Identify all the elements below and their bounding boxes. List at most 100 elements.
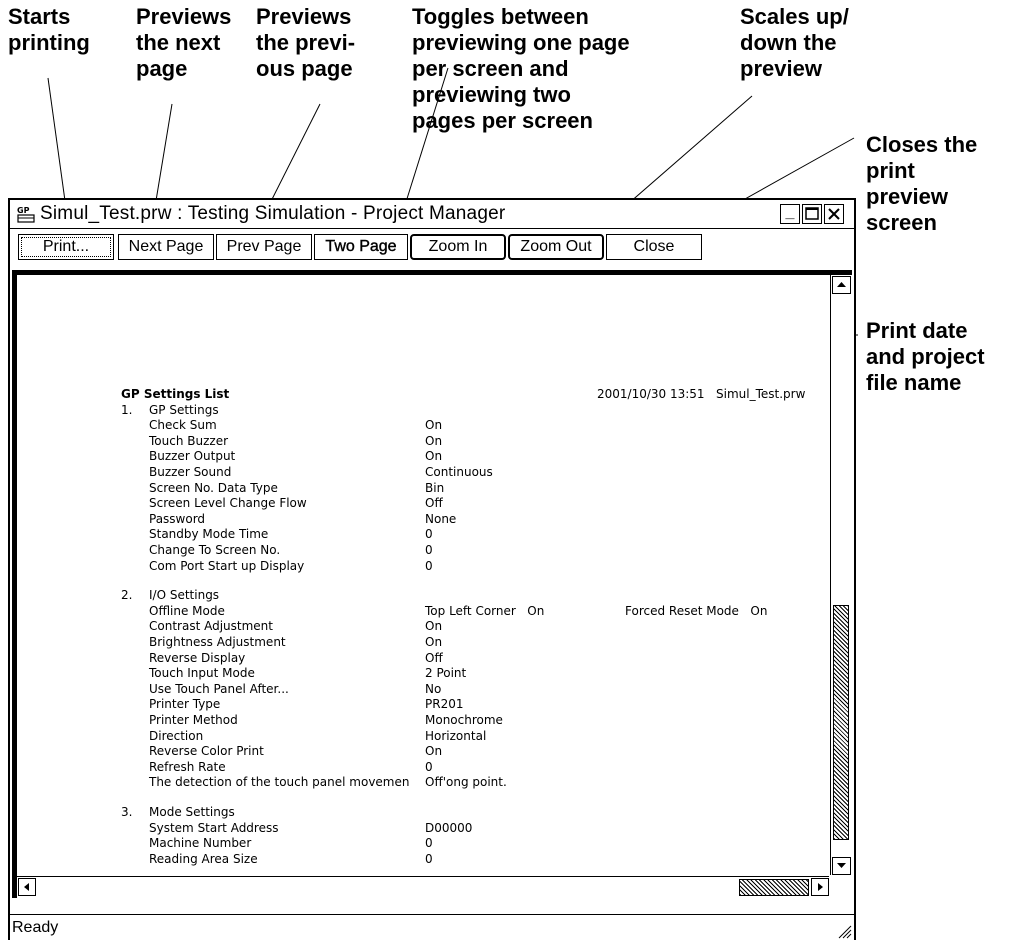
arrow-up-icon <box>837 282 846 287</box>
setting-value: Top Left Corner On <box>425 603 545 618</box>
window-title: Simul_Test.prw : Testing Simulation - Pr… <box>40 203 506 224</box>
zoom-out-button[interactable]: Zoom Out <box>508 234 604 260</box>
close-icon <box>828 208 840 220</box>
setting-value: 0 <box>425 836 433 851</box>
preview-page: GP Settings List 2001/10/30 13:51 Simul_… <box>17 275 827 875</box>
callout-next-line: the next <box>136 30 221 55</box>
print-date-filename: 2001/10/30 13:51 Simul_Test.prw <box>597 387 805 403</box>
setting-label: Touch Buzzer <box>149 433 229 448</box>
setting-value: No <box>425 681 442 696</box>
callout-prev-line: ous page <box>256 56 353 81</box>
print-button[interactable]: Print... <box>18 234 114 260</box>
arrow-right-icon <box>818 883 823 891</box>
callout-close-line: preview <box>866 184 948 209</box>
two-page-button[interactable]: Two Page <box>314 234 408 260</box>
setting-label: Change To Screen No. <box>149 543 281 557</box>
setting-label: Machine Number <box>149 836 252 851</box>
callout-close-line: print <box>866 158 915 183</box>
setting-value: PR201 <box>425 697 464 712</box>
setting-label: Direction <box>149 728 204 743</box>
setting-extra-value: Forced Reset Mode On <box>625 603 768 618</box>
callout-zoom: Scales up/ down the preview <box>740 4 849 82</box>
callout-next-line: Previews <box>136 4 232 29</box>
next-page-button[interactable]: Next Page <box>118 234 214 260</box>
section-title: GP Settings <box>149 402 219 417</box>
callout-printdate-line: file name <box>866 370 962 395</box>
section-number: 2. <box>121 588 133 603</box>
scroll-left-button[interactable] <box>18 878 36 896</box>
setting-value: Horizontal <box>425 728 487 743</box>
section-title: I/O Settings <box>149 588 220 603</box>
setting-value: On <box>425 744 443 759</box>
callout-zoom-line: down the <box>740 30 837 55</box>
callout-prev-page: Previews the previ- ous page <box>256 4 355 82</box>
setting-label: Screen No. Data Type <box>149 480 278 495</box>
callout-print: Starts printing <box>8 4 90 56</box>
section-title: Mode Settings <box>149 805 235 820</box>
setting-value: 0 <box>425 851 433 866</box>
minimize-button[interactable]: _ <box>780 204 800 224</box>
callout-print-line: Starts <box>8 4 71 29</box>
horizontal-scrollbar[interactable] <box>17 876 829 898</box>
setting-value: 0 <box>425 543 433 557</box>
close-window-button[interactable] <box>824 204 844 224</box>
setting-label: Com Port Start up Display <box>149 558 305 573</box>
scroll-right-button[interactable] <box>811 878 829 896</box>
scroll-down-button[interactable] <box>832 857 851 875</box>
scrollbar-corner <box>830 876 852 898</box>
callout-two-line: per screen and <box>412 56 569 81</box>
setting-label: Buzzer Sound <box>149 465 232 479</box>
setting-value: On <box>425 418 443 433</box>
callout-print-date: Print date and project file name <box>866 318 985 396</box>
status-bar: Ready <box>10 914 854 941</box>
setting-value: Bin <box>425 480 445 495</box>
setting-value: None <box>425 511 457 526</box>
setting-label: Contrast Adjustment <box>149 619 273 634</box>
zoom-in-button[interactable]: Zoom In <box>410 234 506 260</box>
document-heading: GP Settings List <box>121 387 229 403</box>
callout-close-line: screen <box>866 210 937 235</box>
prev-page-button[interactable]: Prev Page <box>216 234 312 260</box>
setting-label: The detection of the touch panel movemen <box>149 775 410 790</box>
setting-label: Reading Area Size <box>149 851 258 866</box>
setting-label: Buzzer Output <box>149 449 236 464</box>
callout-zoom-line: Scales up/ <box>740 4 849 29</box>
setting-value: Monochrome <box>425 713 503 728</box>
print-date: 2001/10/30 13:51 <box>597 387 705 401</box>
print-preview-window: GP Simul_Test.prw : Testing Simulation -… <box>8 198 856 940</box>
setting-label: Password <box>149 511 206 526</box>
setting-label: Reverse Color Print <box>149 744 264 759</box>
maximize-button[interactable] <box>802 204 822 224</box>
setting-label: Refresh Rate <box>149 759 226 774</box>
vertical-scrollbar[interactable] <box>830 275 852 875</box>
title-bar[interactable]: GP Simul_Test.prw : Testing Simulation -… <box>10 200 854 229</box>
close-preview-button[interactable]: Close <box>606 234 702 260</box>
callout-two-line: Toggles between <box>412 4 589 29</box>
setting-label: Offline Mode <box>149 603 225 618</box>
setting-value: 2 Point <box>425 666 467 681</box>
callout-printdate-line: Print date <box>866 318 968 343</box>
preview-toolbar: Print... Next Page Prev Page Two Page Zo… <box>10 230 854 266</box>
scroll-up-button[interactable] <box>832 276 851 294</box>
setting-label: Screen Level Change Flow <box>149 496 307 511</box>
svg-text:GP: GP <box>17 206 30 215</box>
vertical-scroll-thumb[interactable] <box>833 605 849 840</box>
setting-value: Off <box>425 650 443 665</box>
horizontal-scroll-thumb[interactable] <box>739 879 809 896</box>
project-file-name: Simul_Test.prw <box>716 387 806 401</box>
setting-label: Standby Mode Time <box>149 527 269 542</box>
callout-two-line: previewing one page <box>412 30 630 55</box>
resize-grip-icon[interactable] <box>836 923 852 939</box>
callout-two-line: pages per screen <box>412 108 593 133</box>
callout-two-page: Toggles between previewing one page per … <box>412 4 630 134</box>
callout-printdate-line: and project <box>866 344 985 369</box>
callout-next-page: Previews the next page <box>136 4 231 82</box>
setting-label: Brightness Adjustment <box>149 635 286 650</box>
setting-value: Off'ong point. <box>425 775 507 790</box>
setting-label: System Start Address <box>149 820 279 835</box>
setting-value: 0 <box>425 527 433 542</box>
callout-two-line: previewing two <box>412 82 571 107</box>
setting-label: Reverse Display <box>149 650 246 665</box>
setting-value: On <box>425 619 443 634</box>
section-number: 1. <box>121 402 133 417</box>
